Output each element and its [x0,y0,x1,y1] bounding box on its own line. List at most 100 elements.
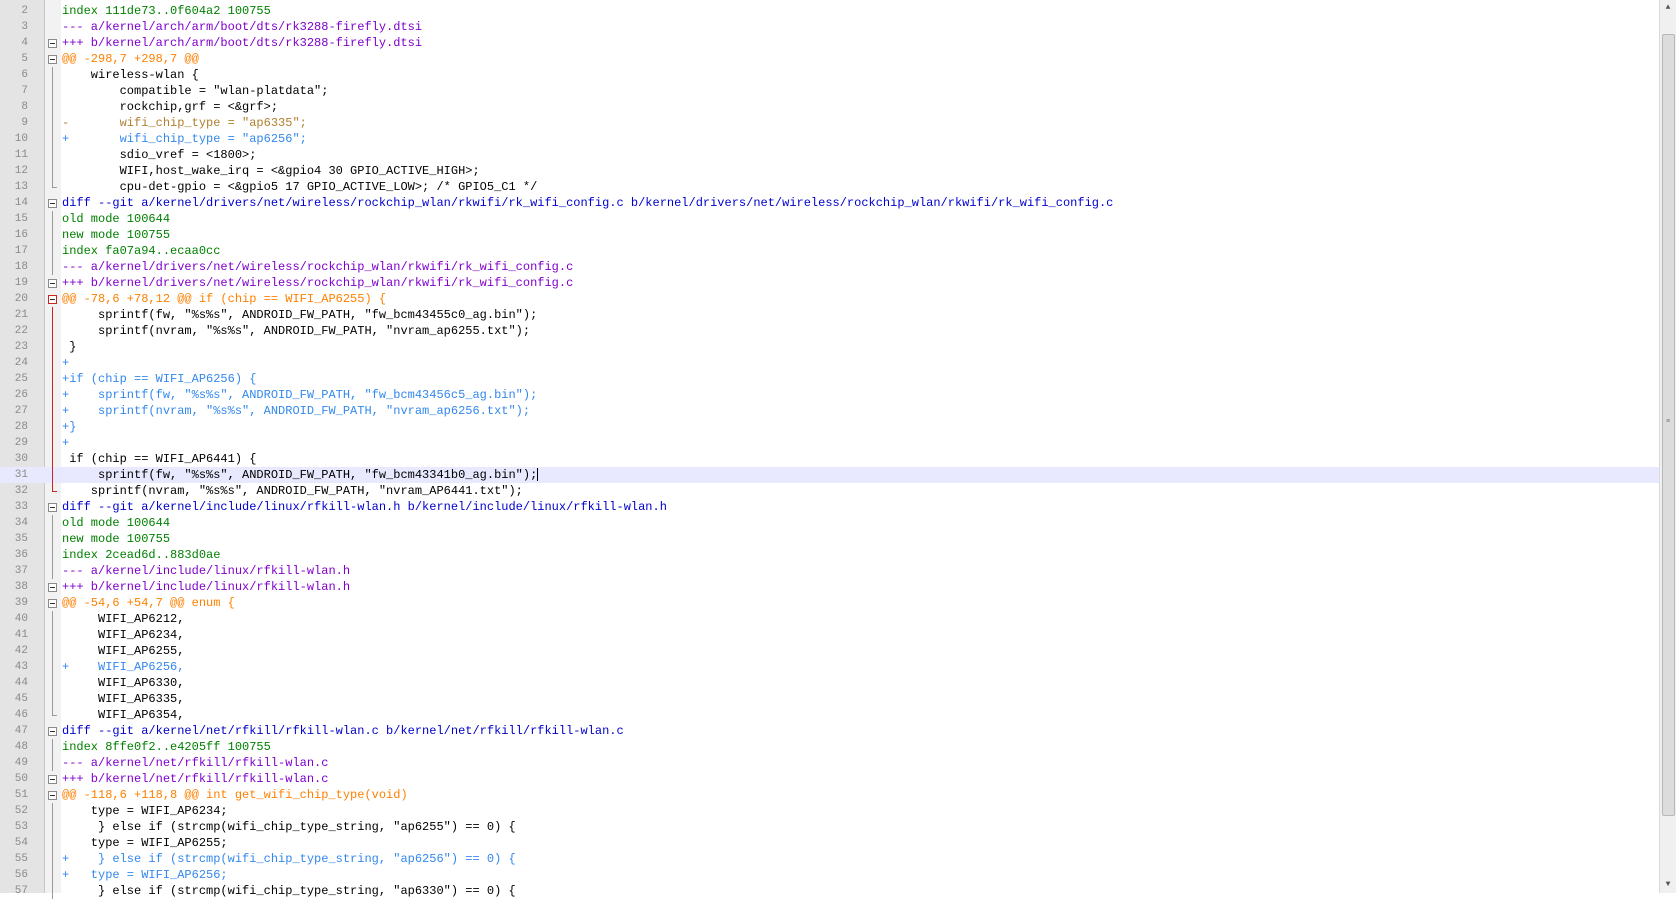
code-text[interactable]: WIFI_AP6212, [62,611,184,627]
code-line-5[interactable]: 5 @@ -298,7 +298,7 @@ [0,51,1660,67]
fold-box[interactable] [48,599,57,608]
code-line-13[interactable]: 13 cpu-det-gpio = <&gpio5 17 GPIO_ACTIVE… [0,179,1660,195]
code-text[interactable]: + wifi_chip_type = "ap6256"; [62,131,307,147]
fold-minus-icon[interactable] [48,291,57,307]
code-line-49[interactable]: 49 --- a/kernel/net/rfkill/rfkill-wlan.c [0,755,1660,771]
code-text[interactable]: index fa07a94..ecaa0cc [62,243,220,259]
fold-box[interactable] [48,727,57,736]
code-text[interactable]: cpu-det-gpio = <&gpio5 17 GPIO_ACTIVE_LO… [62,179,538,195]
code-line-21[interactable]: 21 sprintf(fw, "%s%s", ANDROID_FW_PATH, … [0,307,1660,323]
code-line-18[interactable]: 18 --- a/kernel/drivers/net/wireless/rock… [0,259,1660,275]
code-text[interactable]: old mode 100644 [62,515,170,531]
code-text[interactable]: WIFI,host_wake_irq = <&gpio4 30 GPIO_ACT… [62,163,480,179]
code-text[interactable]: @@ -118,6 +118,8 @@ int get_wifi_chip_ty… [62,787,408,803]
code-text[interactable]: compatible = "wlan-platdata"; [62,83,329,99]
fold-minus-icon[interactable] [48,771,57,787]
code-line-32[interactable]: 32 sprintf(nvram, "%s%s", ANDROID_FW_PAT… [0,483,1660,499]
code-line-8[interactable]: 8 rockchip,grf = <&grf>; [0,99,1660,115]
code-line-6[interactable]: 6 wireless-wlan { [0,67,1660,83]
code-line-46[interactable]: 46 WIFI_AP6354, [0,707,1660,723]
code-text[interactable]: --- a/kernel/arch/arm/boot/dts/rk3288-fi… [62,19,422,35]
code-text[interactable]: +++ b/kernel/drivers/net/wireless/rockch… [62,275,573,291]
code-text[interactable]: @@ -298,7 +298,7 @@ [62,51,199,67]
code-line-56[interactable]: 56 + type = WIFI_AP6256; [0,867,1660,883]
code-text[interactable]: +++ b/kernel/include/linux/rfkill-wlan.h [62,579,350,595]
code-line-26[interactable]: 26 + sprintf(fw, "%s%s", ANDROID_FW_PATH,… [0,387,1660,403]
fold-box[interactable] [48,39,57,48]
code-text[interactable]: --- a/kernel/include/linux/rfkill-wlan.h [62,563,350,579]
code-text[interactable]: WIFI_AP6354, [62,707,184,723]
code-line-17[interactable]: 17 index fa07a94..ecaa0cc [0,243,1660,259]
code-text[interactable]: diff --git a/kernel/net/rfkill/rfkill-wl… [62,723,624,739]
code-line-24[interactable]: 24 + [0,355,1660,371]
code-text[interactable]: @@ -54,6 +54,7 @@ enum { [62,595,235,611]
code-text[interactable]: sprintf(fw, "%s%s", ANDROID_FW_PATH, "fw… [62,467,539,483]
code-text[interactable]: --- a/kernel/net/rfkill/rfkill-wlan.c [62,755,328,771]
code-text[interactable]: --- a/kernel/drivers/net/wireless/rockch… [62,259,573,275]
fold-box[interactable] [48,791,57,800]
code-line-54[interactable]: 54 type = WIFI_AP6255; [0,835,1660,851]
code-text[interactable]: new mode 100755 [62,227,170,243]
code-text[interactable]: index 111de73..0f604a2 100755 [62,3,271,19]
code-text[interactable]: sdio_vref = <1800>; [62,147,257,163]
code-line-10[interactable]: 10 + wifi_chip_type = "ap6256"; [0,131,1660,147]
code-line-51[interactable]: 51 @@ -118,6 +118,8 @@ int get_wifi_chip_… [0,787,1660,803]
code-line-43[interactable]: 43 + WIFI_AP6256, [0,659,1660,675]
code-text[interactable]: diff --git a/kernel/include/linux/rfkill… [62,499,667,515]
code-line-7[interactable]: 7 compatible = "wlan-platdata"; [0,83,1660,99]
code-line-14[interactable]: 14 diff --git a/kernel/drivers/net/wirele… [0,195,1660,211]
fold-minus-icon[interactable] [48,499,57,515]
code-line-57[interactable]: 57 } else if (strcmp(wifi_chip_type_stri… [0,883,1660,899]
fold-minus-icon[interactable] [48,787,57,803]
code-line-2[interactable]: 2 index 111de73..0f604a2 100755 [0,3,1660,19]
code-text[interactable]: + sprintf(fw, "%s%s", ANDROID_FW_PATH, "… [62,387,537,403]
code-line-30[interactable]: 30 if (chip == WIFI_AP6441) { [0,451,1660,467]
fold-minus-icon[interactable] [48,51,57,67]
fold-box[interactable] [48,775,57,784]
code-text[interactable]: + [62,355,69,371]
fold-box[interactable] [48,583,57,592]
code-text[interactable]: index 2cead6d..883d0ae [62,547,220,563]
code-line-37[interactable]: 37 --- a/kernel/include/linux/rfkill-wlan… [0,563,1660,579]
code-text[interactable]: rockchip,grf = <&grf>; [62,99,278,115]
code-line-33[interactable]: 33 diff --git a/kernel/include/linux/rfki… [0,499,1660,515]
code-text[interactable]: WIFI_AP6234, [62,627,184,643]
fold-box[interactable] [48,503,57,512]
code-text[interactable]: old mode 100644 [62,211,170,227]
code-line-52[interactable]: 52 type = WIFI_AP6234; [0,803,1660,819]
code-text[interactable]: WIFI_AP6330, [62,675,184,691]
code-line-28[interactable]: 28 +} [0,419,1660,435]
code-text[interactable]: } else if (strcmp(wifi_chip_type_string,… [62,883,516,899]
fold-minus-icon[interactable] [48,35,57,51]
code-line-25[interactable]: 25 +if (chip == WIFI_AP6256) { [0,371,1660,387]
fold-minus-icon[interactable] [48,579,57,595]
diff-editor[interactable]: 2 index 111de73..0f604a2 100755 3 --- a/ker… [0,0,1676,899]
code-text[interactable]: @@ -78,6 +78,12 @@ if (chip == WIFI_AP62… [62,291,386,307]
code-text[interactable]: sprintf(nvram, "%s%s", ANDROID_FW_PATH, … [62,323,530,339]
code-text[interactable]: sprintf(nvram, "%s%s", ANDROID_FW_PATH, … [62,483,523,499]
code-lines[interactable]: 2 index 111de73..0f604a2 100755 3 --- a/ker… [0,3,1660,899]
code-line-15[interactable]: 15 old mode 100644 [0,211,1660,227]
code-line-4[interactable]: 4 +++ b/kernel/arch/arm/boot/dts/rk3288-f… [0,35,1660,51]
code-line-29[interactable]: 29 + [0,435,1660,451]
code-line-38[interactable]: 38 +++ b/kernel/include/linux/rfkill-wlan… [0,579,1660,595]
code-text[interactable]: type = WIFI_AP6255; [62,835,228,851]
code-line-44[interactable]: 44 WIFI_AP6330, [0,675,1660,691]
code-line-36[interactable]: 36 index 2cead6d..883d0ae [0,547,1660,563]
code-text[interactable]: +if (chip == WIFI_AP6256) { [62,371,256,387]
code-text[interactable]: index 8ffe0f2..e4205ff 100755 [62,739,271,755]
code-text[interactable]: wireless-wlan { [62,67,199,83]
code-line-22[interactable]: 22 sprintf(nvram, "%s%s", ANDROID_FW_PAT… [0,323,1660,339]
code-text[interactable]: +} [62,419,76,435]
code-line-40[interactable]: 40 WIFI_AP6212, [0,611,1660,627]
code-text[interactable]: WIFI_AP6335, [62,691,184,707]
code-text[interactable]: +++ b/kernel/arch/arm/boot/dts/rk3288-fi… [62,35,422,51]
code-line-9[interactable]: 9 - wifi_chip_type = "ap6335"; [0,115,1660,131]
code-line-53[interactable]: 53 } else if (strcmp(wifi_chip_type_stri… [0,819,1660,835]
code-text[interactable]: } else if (strcmp(wifi_chip_type_string,… [62,819,516,835]
code-line-48[interactable]: 48 index 8ffe0f2..e4205ff 100755 [0,739,1660,755]
code-text[interactable]: new mode 100755 [62,531,170,547]
fold-minus-icon[interactable] [48,723,57,739]
code-text[interactable]: + WIFI_AP6256, [62,659,184,675]
fold-box[interactable] [48,295,57,304]
